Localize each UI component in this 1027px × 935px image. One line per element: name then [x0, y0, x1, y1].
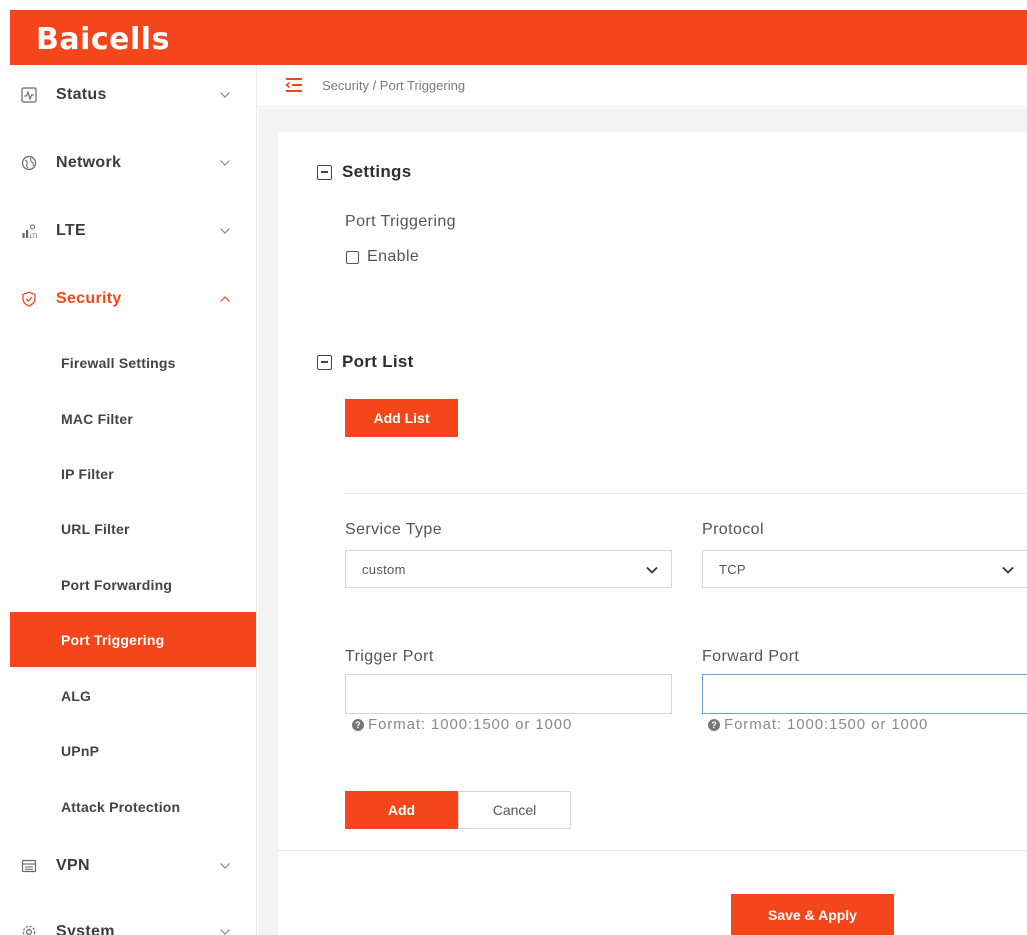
- forward-port-input[interactable]: [702, 674, 1027, 714]
- sidebar-item-url-filter[interactable]: URL Filter: [10, 501, 256, 556]
- service-type-value: custom: [362, 561, 406, 577]
- sidebar-group-lte[interactable]: LTE LTE: [10, 211, 256, 251]
- add-list-button[interactable]: Add List: [345, 399, 458, 437]
- sidebar-item-attack-protection[interactable]: Attack Protection: [10, 779, 256, 834]
- trigger-port-hint-text: Format: 1000:1500 or 1000: [368, 716, 573, 733]
- question-circle-icon: ?: [352, 718, 364, 731]
- forward-port-hint: ? Format: 1000:1500 or 1000: [708, 716, 928, 733]
- sidebar-group-label: Status: [56, 86, 107, 103]
- menu-collapse-icon[interactable]: [285, 77, 303, 93]
- breadcrumb: Security / Port Triggering: [322, 78, 466, 93]
- collapse-icon[interactable]: [317, 164, 332, 180]
- sidebar-item-mac-filter[interactable]: MAC Filter: [10, 391, 256, 446]
- collapse-icon[interactable]: [317, 354, 332, 370]
- sidebar-item-alg[interactable]: ALG: [10, 668, 256, 723]
- globe-icon: [20, 154, 38, 172]
- sidebar-group-security[interactable]: Security: [10, 279, 256, 319]
- enable-checkbox[interactable]: [346, 250, 359, 264]
- enable-checkbox-row[interactable]: Enable: [346, 248, 419, 266]
- sidebar-group-label: System: [56, 923, 115, 935]
- chevron-down-icon: [218, 859, 232, 873]
- vpn-window-icon: [20, 857, 38, 875]
- gear-icon: [20, 923, 38, 935]
- chevron-down-icon: [218, 156, 232, 170]
- trigger-port-input[interactable]: [345, 674, 672, 714]
- sidebar-item-firewall-settings[interactable]: Firewall Settings: [10, 335, 256, 390]
- port-list-section-title: Port List: [342, 352, 414, 371]
- chevron-up-icon: [218, 292, 232, 306]
- chevron-down-icon: [218, 224, 232, 238]
- enable-checkbox-label: Enable: [367, 248, 420, 265]
- protocol-label: Protocol: [702, 521, 764, 538]
- status-monitor-icon: [20, 86, 38, 104]
- question-circle-icon: ?: [708, 718, 720, 731]
- forward-port-label: Forward Port: [702, 648, 800, 665]
- sidebar-group-label: VPN: [56, 857, 90, 874]
- top-header-bar: Baicells: [10, 10, 1027, 65]
- settings-section-header: Settings: [317, 162, 411, 182]
- footer-bar: [278, 850, 1027, 935]
- sidebar-group-label: LTE: [56, 222, 86, 239]
- protocol-select[interactable]: TCP: [702, 550, 1027, 588]
- port-list-section-header: Port List: [317, 352, 414, 372]
- sidebar-item-port-triggering[interactable]: Port Triggering: [10, 612, 256, 667]
- sidebar-group-system[interactable]: System: [10, 912, 256, 935]
- svg-text:LTE: LTE: [30, 233, 38, 239]
- sidebar-group-vpn[interactable]: VPN: [10, 846, 256, 886]
- sidebar-group-label: Security: [56, 290, 122, 307]
- chevron-down-icon: [645, 563, 659, 577]
- sidebar-group-status[interactable]: Status: [10, 75, 256, 115]
- shield-icon: [20, 290, 38, 308]
- breadcrumb-bar: Security / Port Triggering: [258, 65, 1027, 107]
- port-triggering-label: Port Triggering: [345, 213, 456, 230]
- signal-bars-icon: LTE: [20, 222, 38, 240]
- trigger-port-label: Trigger Port: [345, 648, 434, 665]
- chevron-down-icon: [218, 88, 232, 102]
- sidebar-item-upnp[interactable]: UPnP: [10, 723, 256, 778]
- brand-logo: Baicells: [36, 22, 170, 57]
- chevron-down-icon: [218, 925, 232, 935]
- sidebar-item-ip-filter[interactable]: IP Filter: [10, 446, 256, 501]
- sidebar-group-network[interactable]: Network: [10, 143, 256, 183]
- service-type-select[interactable]: custom: [345, 550, 672, 588]
- service-type-label: Service Type: [345, 521, 442, 538]
- trigger-port-hint: ? Format: 1000:1500 or 1000: [352, 716, 572, 733]
- forward-port-hint-text: Format: 1000:1500 or 1000: [724, 716, 929, 733]
- sidebar-item-port-forwarding[interactable]: Port Forwarding: [10, 557, 256, 612]
- save-apply-button[interactable]: Save & Apply: [731, 894, 894, 935]
- sidebar-nav: Status Network LTE LTE Security Firewall…: [10, 65, 257, 935]
- cancel-button[interactable]: Cancel: [458, 791, 571, 829]
- sidebar-group-label: Network: [56, 154, 122, 171]
- add-button[interactable]: Add: [345, 791, 458, 829]
- section-divider: [345, 493, 1027, 494]
- chevron-down-icon: [1001, 563, 1015, 577]
- settings-card: [278, 132, 1027, 850]
- settings-section-title: Settings: [342, 162, 412, 181]
- protocol-value: TCP: [719, 561, 746, 577]
